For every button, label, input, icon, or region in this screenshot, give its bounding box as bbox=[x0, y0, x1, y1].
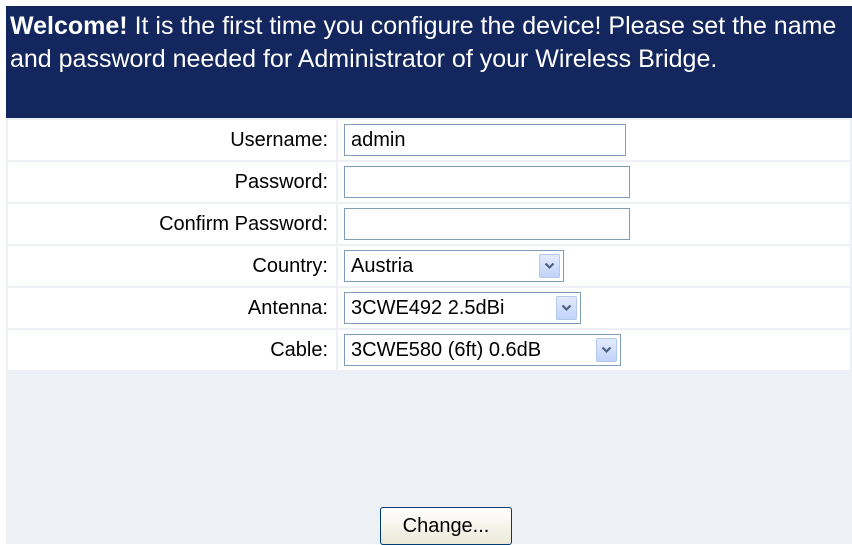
username-cell bbox=[336, 118, 852, 162]
country-cell: Austria bbox=[336, 244, 852, 288]
chevron-down-icon bbox=[601, 346, 612, 354]
antenna-cell: 3CWE492 2.5dBi bbox=[336, 286, 852, 330]
confirm-password-input[interactable] bbox=[344, 208, 630, 240]
country-label: Country: bbox=[6, 244, 338, 288]
confirm-password-row: Confirm Password: bbox=[6, 202, 852, 246]
cable-row: Cable: 3CWE580 (6ft) 0.6dB bbox=[6, 328, 852, 372]
change-button[interactable]: Change... bbox=[380, 507, 512, 545]
antenna-selected-value: 3CWE492 2.5dBi bbox=[351, 296, 505, 319]
setup-panel: Welcome! It is the first time you config… bbox=[6, 6, 852, 545]
password-label: Password: bbox=[6, 160, 338, 204]
confirm-password-cell bbox=[336, 202, 852, 246]
antenna-dropdown-button[interactable] bbox=[556, 296, 577, 320]
username-input[interactable] bbox=[344, 124, 626, 156]
cable-dropdown-button[interactable] bbox=[596, 338, 617, 362]
country-row: Country: Austria bbox=[6, 244, 852, 288]
antenna-select[interactable]: 3CWE492 2.5dBi bbox=[344, 292, 581, 324]
password-row: Password: bbox=[6, 160, 852, 204]
cable-cell: 3CWE580 (6ft) 0.6dB bbox=[336, 328, 852, 372]
cable-select[interactable]: 3CWE580 (6ft) 0.6dB bbox=[344, 334, 621, 366]
confirm-password-label: Confirm Password: bbox=[6, 202, 338, 246]
chevron-down-icon bbox=[561, 304, 572, 312]
password-cell bbox=[336, 160, 852, 204]
cable-label: Cable: bbox=[6, 328, 338, 372]
welcome-banner: Welcome! It is the first time you config… bbox=[6, 6, 852, 118]
chevron-down-icon bbox=[544, 262, 555, 270]
country-selected-value: Austria bbox=[351, 254, 414, 277]
cable-selected-value: 3CWE580 (6ft) 0.6dB bbox=[351, 338, 542, 361]
username-row: Username: bbox=[6, 118, 852, 162]
password-input[interactable] bbox=[344, 166, 630, 198]
admin-settings-form: Username: Password: Confirm Password: Co… bbox=[6, 118, 852, 372]
antenna-label: Antenna: bbox=[6, 286, 338, 330]
action-area: Change... bbox=[6, 446, 852, 545]
country-dropdown-button[interactable] bbox=[539, 254, 560, 278]
welcome-message: It is the first time you configure the d… bbox=[10, 12, 837, 73]
username-label: Username: bbox=[6, 118, 338, 162]
welcome-heading: Welcome! bbox=[10, 12, 128, 40]
country-select[interactable]: Austria bbox=[344, 250, 564, 282]
antenna-row: Antenna: 3CWE492 2.5dBi bbox=[6, 286, 852, 330]
